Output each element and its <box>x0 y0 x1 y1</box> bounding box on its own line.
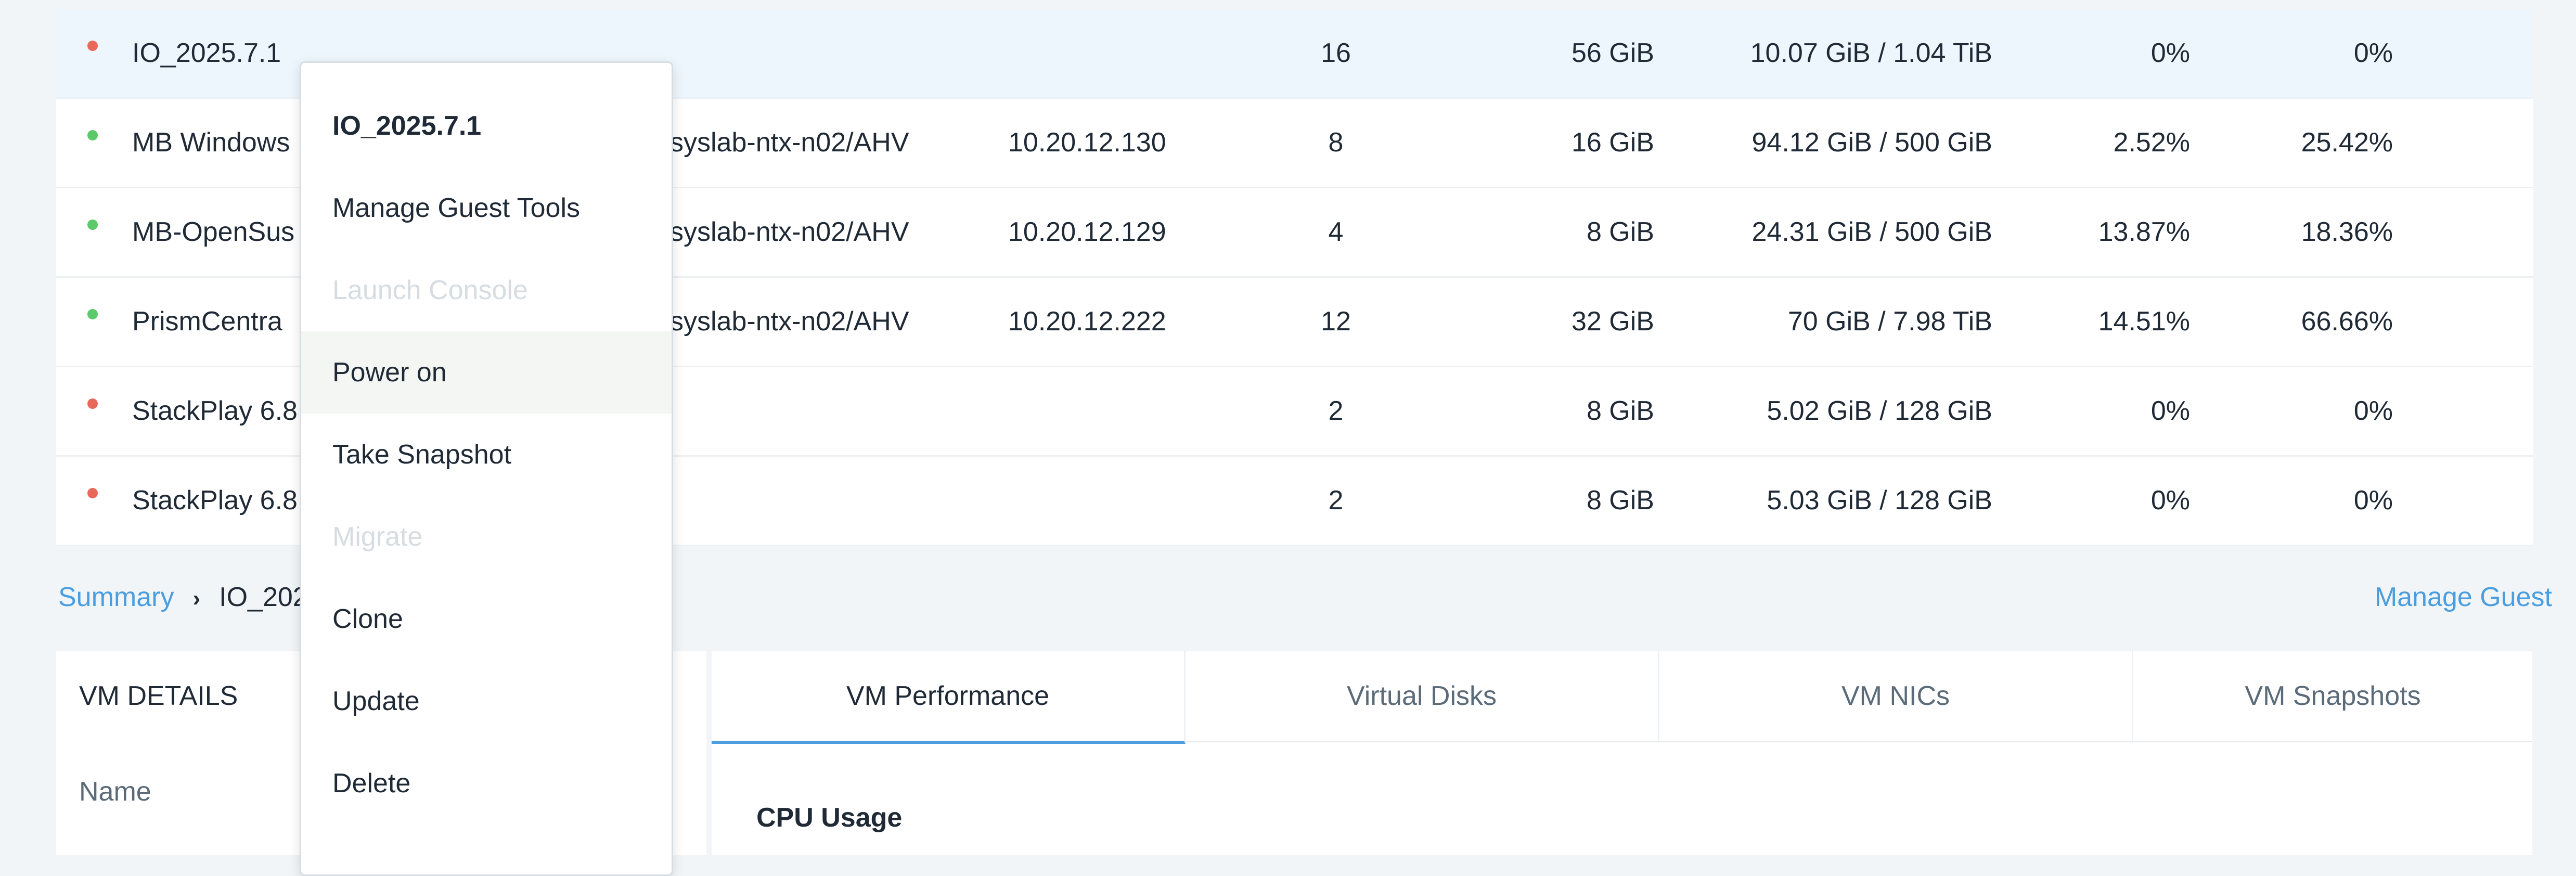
vm-memory-usage: 0% <box>2353 396 2393 426</box>
status-dot-icon <box>87 220 98 230</box>
vm-cpu-usage: 0% <box>2150 485 2190 516</box>
vm-name[interactable]: StackPlay 6.8 <box>132 367 298 455</box>
vm-memory: 16 GiB <box>1572 127 1654 158</box>
vm-details-title: VM DETAILS <box>79 681 238 711</box>
tab-vm-performance[interactable]: VM Performance <box>712 651 1186 744</box>
vm-cpu-usage: 0% <box>2150 396 2190 426</box>
status-dot-icon <box>87 309 98 319</box>
vm-ip: 10.20.12.222 <box>1008 306 1166 337</box>
menu-item-power-on[interactable]: Power on <box>301 331 672 414</box>
vm-tabs-panel: VM Performance Virtual Disks VM NICs VM … <box>712 651 2532 855</box>
vm-details-name-label: Name <box>79 777 151 807</box>
menu-item-delete[interactable]: Delete <box>301 742 672 825</box>
vm-memory: 8 GiB <box>1586 485 1654 516</box>
vm-memory-usage: 0% <box>2353 485 2393 516</box>
tab-vm-nics[interactable]: VM NICs <box>1659 651 2133 742</box>
vm-cores: 2 <box>1328 396 1344 426</box>
vm-cpu-usage: 14.51% <box>2098 306 2190 337</box>
vm-cpu-usage: 13.87% <box>2098 217 2190 247</box>
vm-cpu-usage: 0% <box>2150 38 2190 68</box>
vm-ip: 10.20.12.129 <box>1008 217 1166 247</box>
vm-ip: 10.20.12.130 <box>1008 127 1166 158</box>
vm-storage: 10.07 GiB / 1.04 TiB <box>1750 38 1992 68</box>
chevron-right-icon: › <box>192 586 201 611</box>
manage-guest-tools-link[interactable]: Manage Guest <box>2375 576 2552 618</box>
vm-cores: 16 <box>1321 38 1351 68</box>
menu-item-migrate: Migrate <box>332 522 423 552</box>
vm-storage: 24.31 GiB / 500 GiB <box>1751 217 1993 247</box>
vm-host: syslab-ntx-n02/AHV <box>670 306 909 337</box>
tab-virtual-disks[interactable]: Virtual Disks <box>1186 651 1659 742</box>
vm-cpu-usage: 2.52% <box>2113 127 2190 158</box>
menu-item-take-snapshot[interactable]: Take Snapshot <box>301 414 672 496</box>
vm-host: syslab-ntx-n02/AHV <box>670 127 909 158</box>
menu-item-manage-guest-tools[interactable]: Manage Guest Tools <box>301 167 672 249</box>
vm-storage: 5.03 GiB / 128 GiB <box>1767 485 1992 516</box>
vm-cores: 8 <box>1328 127 1344 158</box>
cpu-usage-title: CPU Usage <box>756 803 903 833</box>
menu-item-clone[interactable]: Clone <box>301 578 672 660</box>
vm-cores: 2 <box>1328 485 1344 516</box>
vm-name[interactable]: MB Windows <box>132 99 290 187</box>
status-dot-icon <box>87 41 98 51</box>
vm-memory-usage: 66.66% <box>2301 306 2393 337</box>
vm-memory-usage: 0% <box>2353 38 2393 68</box>
vm-memory: 8 GiB <box>1586 396 1654 426</box>
vm-context-menu: IO_2025.7.1 Manage Guest Tools Launch Co… <box>300 61 673 876</box>
context-menu-title: IO_2025.7.1 <box>332 111 482 141</box>
vm-host: syslab-ntx-n02/AHV <box>670 217 909 247</box>
vm-storage: 5.02 GiB / 128 GiB <box>1767 396 1992 426</box>
vm-name[interactable]: IO_2025.7.1 <box>132 9 281 97</box>
vm-memory: 32 GiB <box>1572 306 1654 337</box>
vm-memory-usage: 18.36% <box>2301 217 2393 247</box>
vm-storage: 70 GiB / 7.98 TiB <box>1787 306 1992 337</box>
vm-cores: 12 <box>1321 306 1351 337</box>
tab-vm-snapshots[interactable]: VM Snapshots <box>2133 651 2532 742</box>
vm-storage: 94.12 GiB / 500 GiB <box>1751 127 1993 158</box>
status-dot-icon <box>87 130 98 140</box>
vm-name[interactable]: PrismCentra <box>132 278 282 366</box>
status-dot-icon <box>87 488 98 498</box>
vm-name[interactable]: StackPlay 6.8 <box>132 457 298 545</box>
vm-memory-usage: 25.42% <box>2301 127 2393 158</box>
menu-item-launch-console: Launch Console <box>332 275 528 305</box>
vm-cores: 4 <box>1328 217 1344 247</box>
menu-item-update[interactable]: Update <box>301 660 672 742</box>
status-dot-icon <box>87 398 98 409</box>
breadcrumb-summary-link[interactable]: Summary <box>58 582 174 612</box>
vm-memory: 56 GiB <box>1572 38 1654 68</box>
vm-memory: 8 GiB <box>1586 217 1654 247</box>
vm-name[interactable]: MB-OpenSus <box>132 188 294 276</box>
